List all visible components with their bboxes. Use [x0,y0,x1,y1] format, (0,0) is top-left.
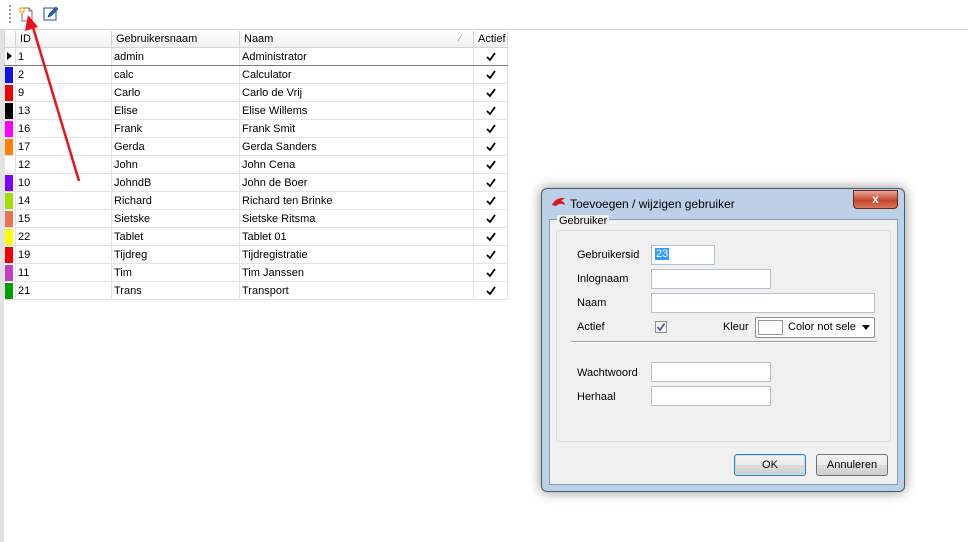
repeat-password-label: Herhaal [577,391,616,403]
color-dropdown-value: Color not selected [788,321,856,333]
userid-field[interactable]: 23 [651,245,715,265]
color-swatch [758,320,783,335]
chevron-down-icon [862,325,870,330]
login-field[interactable] [651,269,771,289]
active-label: Actief [577,321,605,333]
dialog-title: Toevoegen / wijzigen gebruiker [570,197,735,211]
userid-label: Gebruikersid [577,249,640,261]
dialog-body: Gebruiker Gebruikersid 23 Inlognaam Naam… [549,215,898,485]
close-icon: x [872,192,879,206]
close-button[interactable]: x [853,190,898,209]
separator [571,341,877,343]
arrow-line [30,23,81,182]
color-dropdown[interactable]: Color not selected [755,317,875,338]
group-title: Gebruiker [557,215,610,227]
user-dialog: Toevoegen / wijzigen gebruiker x Gebruik… [541,188,905,492]
userid-value: 23 [655,248,670,260]
repeat-password-field[interactable] [651,386,771,406]
password-field[interactable] [651,362,771,382]
cancel-button[interactable]: Annuleren [816,454,888,476]
arrow-head [25,15,38,31]
checkmark-icon [656,323,666,332]
name-field[interactable] [651,293,875,313]
user-groupbox: Gebruiker Gebruikersid 23 Inlognaam Naam… [556,215,891,442]
ok-button[interactable]: OK [734,454,806,476]
login-label: Inlognaam [577,273,629,285]
app-logo-icon [551,196,567,213]
color-label: Kleur [723,321,749,333]
name-label: Naam [577,297,607,309]
password-label: Wachtwoord [577,367,638,379]
active-checkbox[interactable] [655,321,667,333]
